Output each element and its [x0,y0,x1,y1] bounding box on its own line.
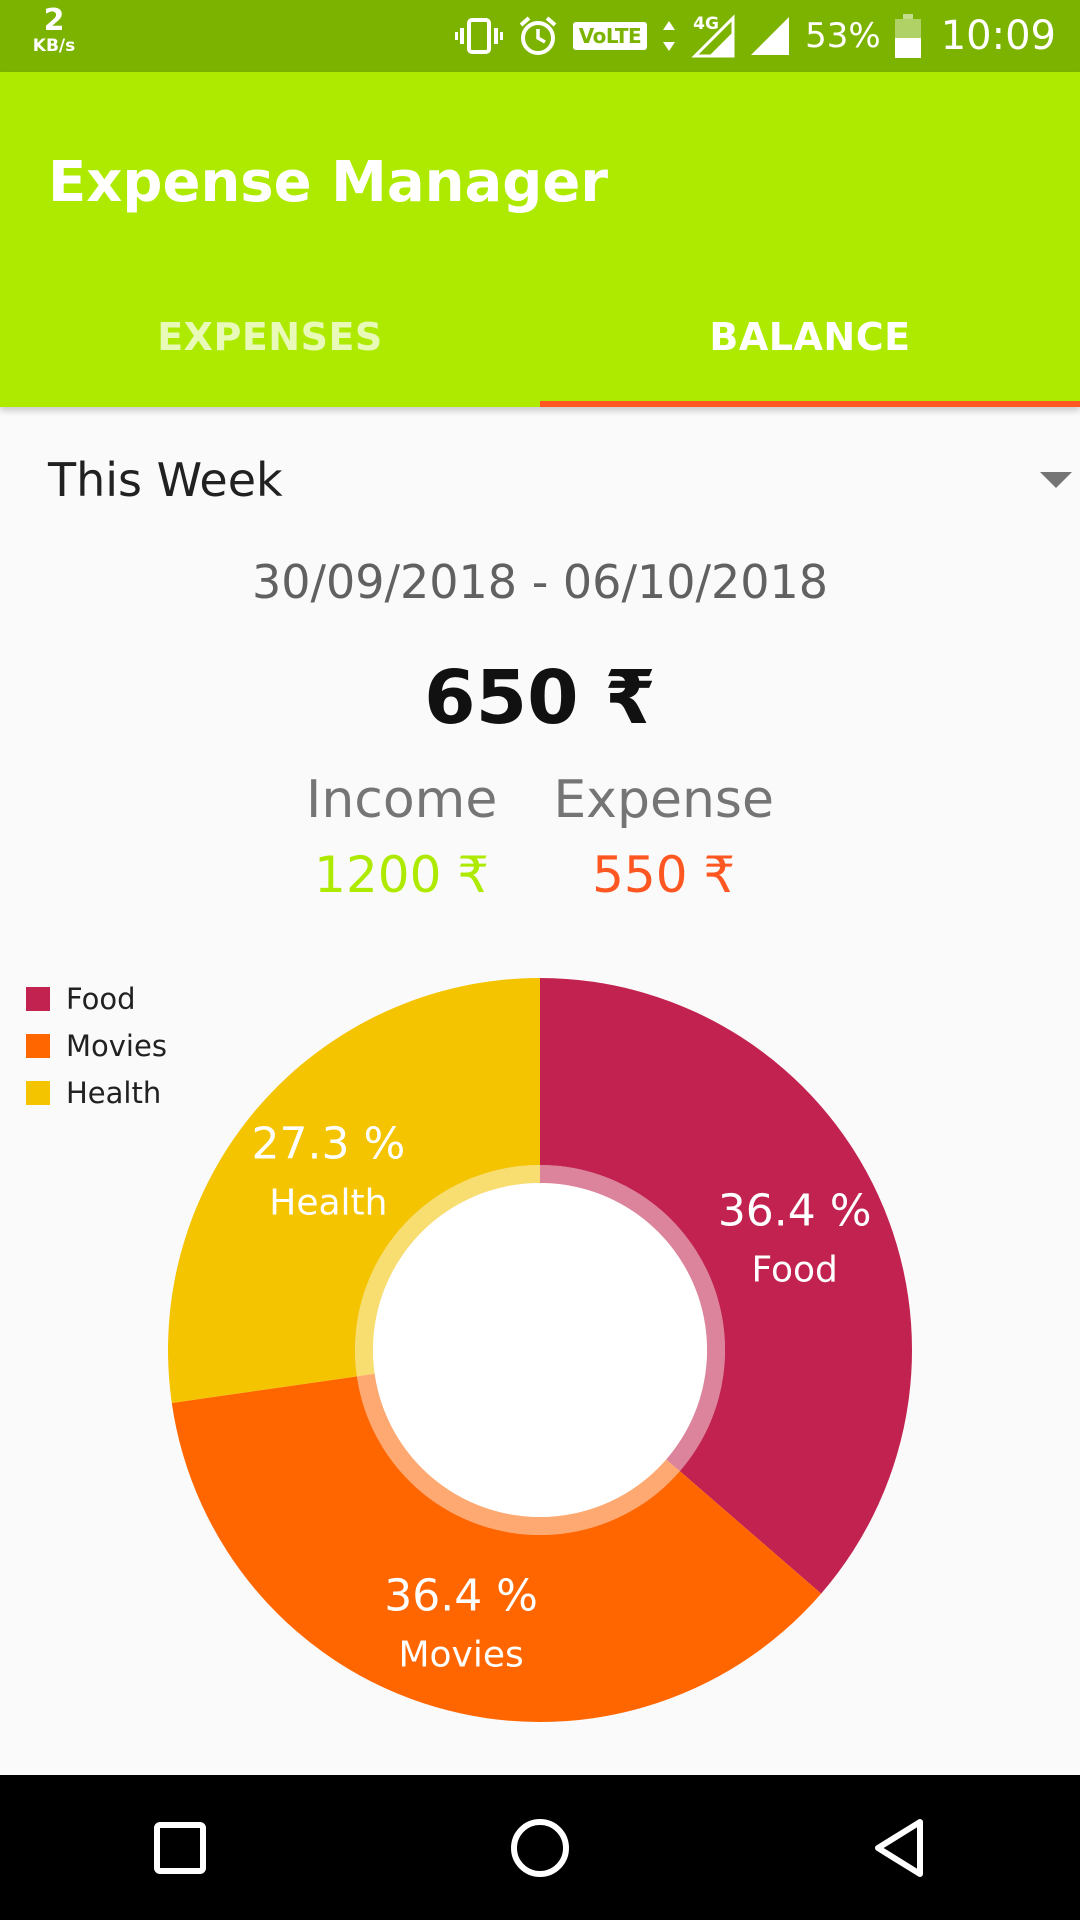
slice-category-label-food: Food [752,1250,838,1291]
signal-icon [749,15,791,57]
income-value: 1200 ₹ [314,846,490,904]
alarm-icon [517,15,559,57]
legend-item-health: Health [26,1069,167,1116]
dropdown-arrow-icon [1040,472,1072,488]
slice-value-label-movies: 36.4 % [384,1571,538,1622]
tab-expenses[interactable]: EXPENSES [0,267,540,407]
home-button[interactable] [480,1788,600,1908]
app-title: Expense Manager [48,150,608,215]
slice-value-label-health: 27.3 % [252,1119,406,1170]
expense-column: Expense 550 ₹ [553,770,774,904]
legend-swatch [26,986,50,1011]
slice-category-label-movies: Movies [398,1635,523,1676]
legend-label: Movies [66,1028,167,1063]
battery-percent: 53% [805,16,881,56]
period-dropdown[interactable]: This Week [48,445,1080,515]
income-column: Income 1200 ₹ [306,770,497,904]
app-bar: Expense Manager EXPENSES BALANCE [0,72,1080,407]
tab-balance[interactable]: BALANCE [540,267,1080,407]
balance-total: 650 ₹ [424,655,656,741]
tab-bar: EXPENSES BALANCE [0,267,1080,407]
mobile-signal-4g-icon: 4G [691,14,735,58]
legend-swatch [26,1033,50,1058]
legend-item-movies: Movies [26,1022,167,1069]
volte-icon: VoLTE [572,22,648,50]
status-icons: VoLTE 4G 53% 10:09 [454,0,1056,72]
income-expense-summary: Income 1200 ₹ Expense 550 ₹ [0,770,1080,904]
triangle-icon [875,1818,923,1877]
vibrate-icon [454,16,503,56]
slice-category-label-health: Health [269,1183,387,1224]
network-speed-unit: KB/s [32,36,76,56]
expense-value: 550 ₹ [592,846,736,904]
clock: 10:09 [940,13,1056,59]
period-selected: This Week [48,453,283,507]
back-button[interactable] [840,1788,960,1908]
legend-swatch [26,1080,50,1105]
expense-label: Expense [553,770,774,830]
recents-button[interactable] [120,1788,240,1908]
legend-label: Health [66,1075,162,1110]
date-range: 30/09/2018 - 06/10/2018 [251,555,829,609]
donut-hole [373,1183,707,1517]
network-speed-value: 2 [43,3,65,38]
legend-label: Food [66,981,136,1016]
legend-item-food: Food [26,975,167,1022]
chart-legend: Food Movies Health [26,975,167,1116]
slice-value-label-food: 36.4 % [718,1186,872,1237]
network-speed: 2 KB/s [26,6,82,55]
status-bar: 2 KB/s VoLTE 4G 53% 10:09 [0,0,1080,72]
battery-icon [894,14,921,58]
circle-icon [511,1818,569,1877]
navigation-bar [0,1775,1080,1920]
income-label: Income [305,770,498,830]
square-icon [154,1821,206,1874]
data-arrows-icon [661,19,677,53]
